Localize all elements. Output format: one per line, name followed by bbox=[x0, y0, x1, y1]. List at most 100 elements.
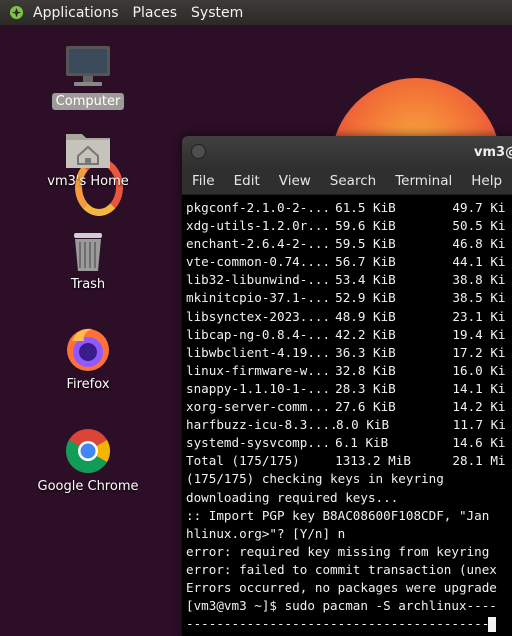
desktop-icon-trash[interactable]: Trash bbox=[33, 229, 143, 293]
package-download: 38.8 Ki bbox=[452, 272, 506, 288]
package-row: xdg-utils-1.2.0r... 59.6 KiB 50.5 Ki bbox=[186, 217, 512, 235]
package-size: 6.1 KiB bbox=[335, 435, 389, 451]
terminal-titlebar[interactable]: vm3@ bbox=[182, 136, 512, 168]
package-name: vte-common-0.74.... bbox=[186, 254, 331, 270]
package-size: 59.6 KiB bbox=[335, 218, 396, 234]
chrome-icon bbox=[66, 429, 110, 473]
terminal-menubar: File Edit View Search Terminal Help bbox=[182, 168, 512, 195]
menu-edit[interactable]: Edit bbox=[234, 173, 260, 189]
command-prompt[interactable]: [vm3@vm3 ~]$ sudo pacman -S archlinux---… bbox=[186, 597, 512, 615]
output-line: ----------------------------------------… bbox=[186, 615, 512, 633]
menu-terminal[interactable]: Terminal bbox=[395, 173, 452, 189]
package-row: snappy-1.1.10-1-... 28.3 KiB 14.1 Ki bbox=[186, 380, 512, 398]
package-row: enchant-2.6.4-2-... 59.5 KiB 46.8 Ki bbox=[186, 235, 512, 253]
terminal-window[interactable]: vm3@ File Edit View Search Terminal Help… bbox=[182, 136, 512, 636]
package-download: 14.2 Ki bbox=[452, 399, 506, 415]
desktop-icon-chrome[interactable]: Google Chrome bbox=[33, 427, 143, 495]
package-download: 44.1 Ki bbox=[452, 254, 506, 270]
package-download: 50.5 Ki bbox=[452, 218, 506, 234]
package-row: mkinitcpio-37.1-... 52.9 KiB 38.5 Ki bbox=[186, 289, 512, 307]
package-download: 17.2 Ki bbox=[452, 344, 506, 360]
package-size: 59.5 KiB bbox=[335, 236, 396, 252]
applications-menu[interactable]: Applications bbox=[33, 5, 119, 21]
package-row: harfbuzz-icu-8.3.... 8.0 KiB 11.7 Ki bbox=[186, 416, 512, 434]
firefox-label: Firefox bbox=[66, 377, 110, 392]
terminal-output[interactable]: pkgconf-2.1.0-2-... 61.5 KiB 49.7 Ki xdg-u… bbox=[182, 195, 512, 633]
package-row: lib32-libunwind-... 53.4 KiB 38.8 Ki bbox=[186, 271, 512, 289]
package-size: 32.8 KiB bbox=[335, 362, 396, 378]
total-size: 1313.2 MiB bbox=[335, 453, 411, 469]
places-menu[interactable]: Places bbox=[133, 5, 178, 21]
menu-search[interactable]: Search bbox=[330, 173, 376, 189]
output-line: Errors occurred, no packages were upgrad… bbox=[186, 579, 497, 595]
desktop-icon-home[interactable]: vm3's Home bbox=[33, 128, 143, 190]
trash-icon bbox=[74, 233, 102, 271]
total-row: Total (175/175) 1313.2 MiB 28.1 Mi bbox=[186, 452, 512, 470]
package-name: linux-firmware-w... bbox=[186, 362, 331, 378]
system-menu[interactable]: System bbox=[191, 5, 243, 21]
package-size: 61.5 KiB bbox=[335, 200, 396, 215]
package-row: vte-common-0.74.... 56.7 KiB 44.1 Ki bbox=[186, 253, 512, 271]
menu-view[interactable]: View bbox=[279, 173, 311, 189]
package-download: 49.7 Ki bbox=[452, 200, 506, 215]
package-size: 52.9 KiB bbox=[335, 290, 396, 306]
package-name: libwbclient-4.19... bbox=[186, 344, 331, 360]
package-size: 36.3 KiB bbox=[335, 344, 396, 360]
package-download: 19.4 Ki bbox=[452, 326, 506, 342]
package-row: linux-firmware-w... 32.8 KiB 16.0 Ki bbox=[186, 362, 512, 380]
applications-icon bbox=[9, 5, 24, 20]
total-download: 28.1 Mi bbox=[452, 453, 506, 469]
package-download: 14.6 Ki bbox=[452, 435, 506, 451]
package-download: 11.7 Ki bbox=[452, 417, 506, 433]
package-name: enchant-2.6.4-2-... bbox=[186, 236, 331, 252]
home-folder-icon bbox=[66, 134, 110, 168]
package-name: xdg-utils-1.2.0r... bbox=[186, 218, 331, 234]
output-line: downloading required keys... bbox=[186, 489, 399, 505]
package-row: systemd-sysvcomp... 6.1 KiB 14.6 Ki bbox=[186, 434, 512, 452]
package-size: 8.0 KiB bbox=[336, 417, 390, 433]
error-line: error: failed to commit transaction (une… bbox=[186, 561, 497, 577]
package-name: libsynctex-2023.... bbox=[186, 308, 331, 324]
package-row: xorg-server-comm... 27.6 KiB 14.2 Ki bbox=[186, 398, 512, 416]
package-name: pkgconf-2.1.0-2-... bbox=[186, 200, 331, 215]
package-row: libwbclient-4.19... 36.3 KiB 17.2 Ki bbox=[186, 344, 512, 362]
package-name: snappy-1.1.10-1-... bbox=[186, 380, 331, 396]
output-line: :: Import PGP key B8AC08600F108CDF, "Jan bbox=[186, 507, 490, 523]
desktop-icon-computer[interactable]: Computer bbox=[33, 44, 143, 110]
package-download: 16.0 Ki bbox=[452, 362, 506, 378]
package-size: 28.3 KiB bbox=[335, 380, 396, 396]
menu-file[interactable]: File bbox=[192, 173, 215, 189]
trash-label: Trash bbox=[70, 277, 106, 292]
package-name: lib32-libunwind-... bbox=[186, 272, 331, 288]
package-download: 23.1 Ki bbox=[452, 308, 506, 324]
output-line: hlinux.org>"? [Y/n] n bbox=[186, 525, 346, 541]
package-name: xorg-server-comm... bbox=[186, 399, 331, 415]
package-download: 46.8 Ki bbox=[452, 236, 506, 252]
error-line: error: required key missing from keyring bbox=[186, 543, 490, 559]
home-label: vm3's Home bbox=[47, 174, 129, 189]
desktop-icon-firefox[interactable]: Firefox bbox=[33, 325, 143, 393]
package-name: mkinitcpio-37.1-... bbox=[186, 290, 331, 306]
close-icon[interactable] bbox=[191, 144, 206, 159]
package-size: 53.4 KiB bbox=[335, 272, 396, 288]
package-size: 48.9 KiB bbox=[335, 308, 396, 324]
computer-icon bbox=[66, 46, 110, 86]
firefox-icon bbox=[67, 328, 109, 371]
output-line: (175/175) checking keys in keyring bbox=[186, 471, 444, 487]
computer-label: Computer bbox=[51, 93, 125, 110]
package-size: 56.7 KiB bbox=[335, 254, 396, 270]
top-panel: Applications Places System bbox=[0, 0, 512, 26]
package-name: harfbuzz-icu-8.3.... bbox=[186, 417, 338, 433]
package-row: libcap-ng-0.8.4-... 42.2 KiB 19.4 Ki bbox=[186, 326, 512, 344]
chrome-label: Google Chrome bbox=[37, 479, 139, 494]
total-label: Total (175/175) bbox=[186, 453, 300, 469]
package-row: pkgconf-2.1.0-2-... 61.5 KiB 49.7 Ki bbox=[186, 199, 512, 217]
package-download: 14.1 Ki bbox=[452, 380, 506, 396]
package-size: 42.2 KiB bbox=[335, 326, 396, 342]
package-size: 27.6 KiB bbox=[335, 399, 396, 415]
package-row: libsynctex-2023.... 48.9 KiB 23.1 Ki bbox=[186, 308, 512, 326]
menu-help[interactable]: Help bbox=[471, 173, 502, 189]
package-download: 38.5 Ki bbox=[452, 290, 506, 306]
text-cursor bbox=[488, 617, 496, 633]
package-name: systemd-sysvcomp... bbox=[186, 435, 331, 451]
